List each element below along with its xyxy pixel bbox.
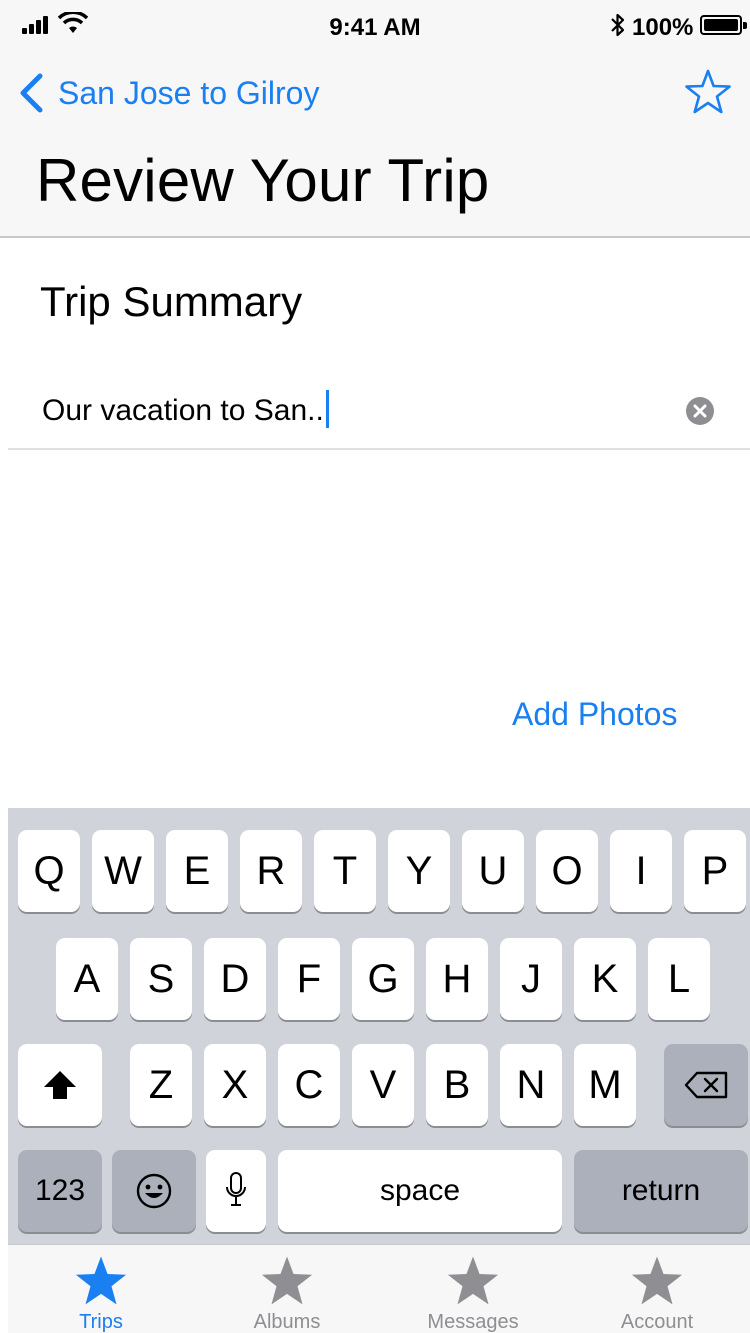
key-d[interactable]: D: [204, 938, 266, 1020]
shift-arrow-icon: [44, 1071, 76, 1099]
key-g[interactable]: G: [352, 938, 414, 1020]
tab-label: Account: [620, 1311, 694, 1333]
key-e[interactable]: E: [166, 830, 228, 912]
key-t[interactable]: T: [314, 830, 376, 912]
key-h[interactable]: H: [426, 938, 488, 1020]
key-v[interactable]: V: [352, 1044, 414, 1126]
battery-percent: 100%: [632, 14, 694, 41]
key-o[interactable]: O: [536, 830, 598, 912]
microphone-icon: [226, 1172, 246, 1206]
key-m[interactable]: M: [574, 1044, 636, 1126]
tab-label: Albums: [253, 1311, 321, 1333]
favorite-star-icon[interactable]: [684, 68, 732, 116]
key-f[interactable]: F: [278, 938, 340, 1020]
key-s[interactable]: S: [130, 938, 192, 1020]
key-x[interactable]: X: [204, 1044, 266, 1126]
status-bar: 9:41 AM 100%: [0, 0, 750, 50]
add-photos-button[interactable]: Add Photos: [512, 696, 677, 733]
key-a[interactable]: A: [56, 938, 118, 1020]
backspace-icon: [684, 1071, 728, 1099]
back-button[interactable]: San Jose to Gilroy: [18, 68, 319, 118]
tab-label: Trips: [79, 1311, 123, 1333]
dictation-key[interactable]: [206, 1150, 266, 1232]
trip-summary-value: Our vacation to San..: [42, 394, 324, 427]
key-u[interactable]: U: [462, 830, 524, 912]
chevron-left-icon: [20, 73, 43, 113]
key-l[interactable]: L: [648, 938, 710, 1020]
battery-icon: [700, 15, 747, 35]
back-button-label: San Jose to Gilroy: [58, 74, 320, 111]
tab-label: Messages: [427, 1311, 519, 1333]
key-p[interactable]: P: [684, 830, 746, 912]
return-key[interactable]: return: [574, 1150, 748, 1232]
key-y[interactable]: Y: [388, 830, 450, 912]
key-c[interactable]: C: [278, 1044, 340, 1126]
shift-key[interactable]: [18, 1044, 102, 1126]
space-key[interactable]: space: [278, 1150, 562, 1232]
clear-icon: [693, 404, 707, 418]
page-title: Review Your Trip: [36, 147, 490, 214]
star-icon: [75, 1256, 127, 1305]
clear-text-button[interactable]: [686, 397, 714, 425]
emoji-icon: [136, 1173, 172, 1209]
trip-summary-input[interactable]: Our vacation to San..: [42, 390, 329, 428]
tab-bar: Trips Albums Messages Account: [8, 1244, 750, 1333]
key-j[interactable]: J: [500, 938, 562, 1020]
key-n[interactable]: N: [500, 1044, 562, 1126]
battery-fill: [704, 19, 738, 31]
key-w[interactable]: W: [92, 830, 154, 912]
emoji-key[interactable]: [112, 1150, 196, 1232]
star-icon: [631, 1256, 683, 1305]
key-k[interactable]: K: [574, 938, 636, 1020]
delete-key[interactable]: [664, 1044, 748, 1126]
trip-summary-field[interactable]: Our vacation to San..: [8, 360, 750, 450]
key-b[interactable]: B: [426, 1044, 488, 1126]
star-icon: [447, 1256, 499, 1305]
tab-account[interactable]: Account: [564, 1245, 750, 1333]
navigation-bar: San Jose to Gilroy Review Your Trip: [0, 50, 750, 238]
tab-trips[interactable]: Trips: [8, 1245, 194, 1333]
text-caret: [325, 390, 329, 428]
key-r[interactable]: R: [240, 830, 302, 912]
star-icon: [261, 1256, 313, 1305]
key-q[interactable]: Q: [18, 830, 80, 912]
tab-messages[interactable]: Messages: [380, 1245, 566, 1333]
tab-albums[interactable]: Albums: [194, 1245, 380, 1333]
keyboard: Q W E R T Y U O I P A S D F G H J K L Z …: [8, 808, 750, 1244]
key-z[interactable]: Z: [130, 1044, 192, 1126]
key-i[interactable]: I: [610, 830, 672, 912]
numbers-key[interactable]: 123: [18, 1150, 102, 1232]
section-heading: Trip Summary: [40, 278, 303, 325]
bluetooth-icon: [611, 13, 625, 37]
